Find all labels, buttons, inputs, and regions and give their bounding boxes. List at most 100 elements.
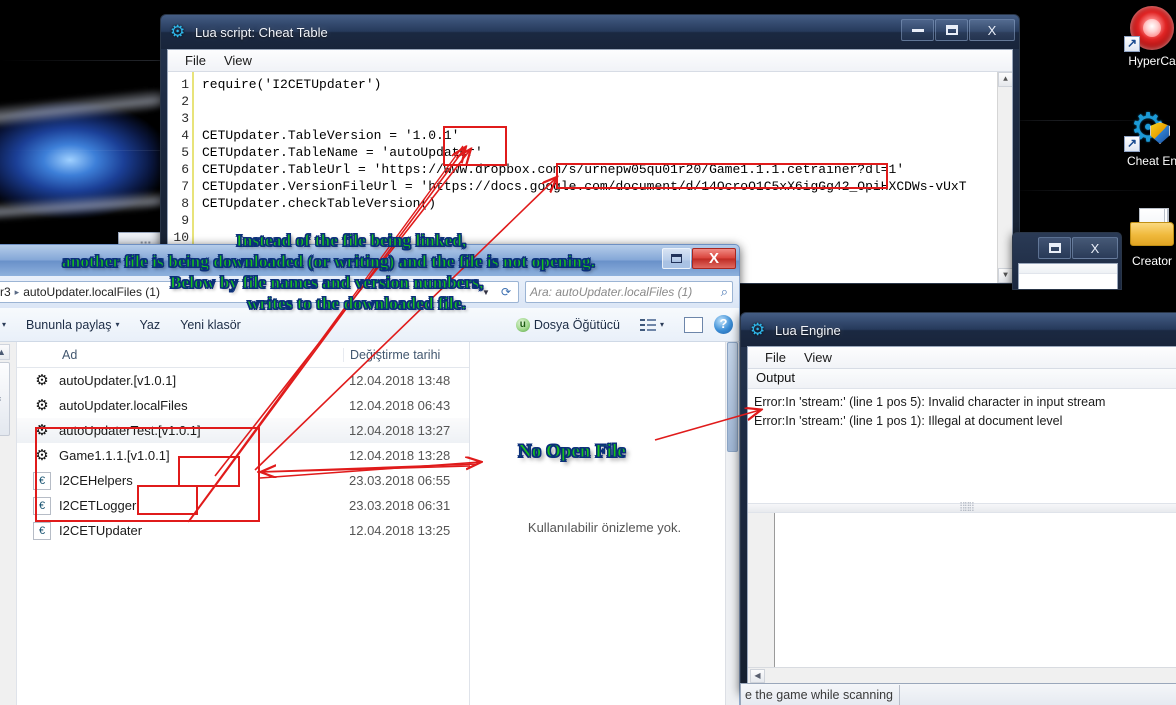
scroll-left-icon[interactable]: ◀ [750,669,765,683]
code-line[interactable]: CETUpdater.checkTableVersion() [202,195,997,212]
preview-scrollbar[interactable] [725,342,739,705]
code-line[interactable] [202,110,997,127]
lua-engine-menubar[interactable]: File View [748,347,1176,369]
table-row[interactable]: ⚙autoUpdaterTest.[v1.0.1]12.04.2018 13:2… [17,418,469,443]
file-name-cell[interactable]: ⚙autoUpdater.localFiles [17,397,343,415]
column-header-date[interactable]: Değiştirme tarihi [343,348,469,362]
table-row[interactable]: €I2CETLogger23.03.2018 06:31 [17,493,469,518]
desktop-icon-cheat-engine[interactable]: ⚙ ↗ Cheat En [1104,106,1176,168]
chevron-down-icon: ▾ [660,320,664,329]
menu-item-file[interactable]: File [756,347,795,369]
chevron-right-icon: ▸ [15,287,20,298]
view-list-icon [640,318,656,332]
code-line[interactable] [202,93,997,110]
line-number: 8 [168,195,189,212]
breadcrumb-current[interactable]: autoUpdater.localFiles (1) [23,285,160,299]
background-window-body [1018,263,1118,289]
file-date-cell: 23.03.2018 06:31 [343,498,469,513]
output-line: Error:In 'stream:' (line 1 pos 1): Illeg… [754,412,1176,431]
file-name-cell[interactable]: ⚙autoUpdaterTest.[v1.0.1] [17,422,343,440]
lua-engine-window[interactable]: ⚙ Lua Engine File View Output Error:In '… [740,312,1176,692]
toolbar-share-button[interactable]: Bununla paylaş ▾ [17,314,129,336]
line-number: 4 [168,127,189,144]
output-console[interactable]: Error:In 'stream:' (line 1 pos 5): Inval… [748,389,1176,503]
pane-splitter[interactable] [748,503,1176,513]
file-list[interactable]: Ad Değiştirme tarihi ⚙autoUpdater.[v1.0.… [17,342,469,705]
file-name-cell[interactable]: €I2CETLogger [17,497,343,515]
menu-item-view[interactable]: View [215,50,261,72]
maximize-button[interactable] [935,19,968,41]
minimize-button[interactable] [901,19,934,41]
file-name-label: I2CETUpdater [59,523,142,538]
code-line[interactable]: CETUpdater.VersionFileUrl = 'https://doc… [202,178,997,195]
toolbar-file-shredder-button[interactable]: u Dosya Öğütücü [507,314,629,336]
table-row[interactable]: ⚙Game1.1.1.[v1.0.1]12.04.2018 13:28 [17,443,469,468]
help-icon[interactable]: ? [714,315,733,334]
horizontal-scrollbar[interactable]: ◀ [748,667,1176,684]
chevron-down-icon: ▾ [116,320,120,329]
code-line[interactable]: CETUpdater.TableVersion = '1.0.1' [202,127,997,144]
file-name-label: Game1.1.1.[v1.0.1] [59,448,170,463]
line-number-gutter [748,513,775,667]
code-line[interactable]: CETUpdater.TableUrl = 'https://www.dropb… [202,161,997,178]
navigation-pane-scrollbar[interactable]: ▲ ≡ [0,342,17,705]
cheat-table-icon: ⚙ [33,372,51,390]
status-text: e the game while scanning [745,688,893,702]
file-date-cell: 23.03.2018 06:55 [343,473,469,488]
lua-script-menubar[interactable]: File View [168,50,1012,72]
preview-pane: Kullanılabilir önizleme yok. [469,342,739,705]
toolbar-new-folder-button[interactable]: Yeni klasör [171,314,250,336]
code-vertical-scrollbar[interactable]: ▲ ▼ [997,72,1012,283]
refresh-icon[interactable]: ⟳ [498,285,514,299]
background-window[interactable]: X [1012,232,1122,290]
toolbar-burn-button[interactable]: Yaz [131,314,170,336]
table-row[interactable]: ⚙autoUpdater.[v1.0.1]12.04.2018 13:48 [17,368,469,393]
table-row[interactable]: €I2CEHelpers23.03.2018 06:55 [17,468,469,493]
menu-item-file[interactable]: File [176,50,215,72]
code-line[interactable] [202,212,997,229]
lua-engine-body: File View Output Error:In 'stream:' (lin… [747,346,1176,685]
lua-script-title: Lua script: Cheat Table [195,25,328,40]
scrollbar-thumb[interactable] [727,342,738,452]
menu-item-view[interactable]: View [795,347,841,369]
lua-input-editor[interactable] [748,513,1176,667]
file-name-label: I2CETLogger [59,498,136,513]
close-button[interactable]: X [1072,237,1118,259]
lua-script-titlebar[interactable]: ⚙ Lua script: Cheat Table X [161,15,1019,49]
file-name-cell[interactable]: € I2CETUpdater [17,522,343,540]
cheat-engine-logo-icon: ⚙ [750,321,768,339]
toolbar-preview-pane-button[interactable] [675,313,712,337]
toolbar-organize-caret[interactable]: ▾ [0,316,15,333]
lua-input-text[interactable] [775,513,1176,667]
lua-file-icon: € [33,522,51,540]
table-row[interactable]: € I2CETUpdater 12.04.2018 13:25 [17,518,469,543]
file-name-cell[interactable]: ⚙Game1.1.1.[v1.0.1] [17,447,343,465]
code-line[interactable]: CETUpdater.TableName = 'autoUpdater' [202,144,997,161]
file-date-cell: 12.04.2018 13:25 [343,523,469,538]
maximize-button[interactable] [1038,237,1071,259]
code-line[interactable]: require('I2CETUpdater') [202,76,997,93]
file-name-cell[interactable]: ⚙autoUpdater.[v1.0.1] [17,372,343,390]
desktop-icon-hypercam[interactable]: ↗ HyperCa [1104,6,1176,68]
search-input[interactable]: Ara: autoUpdater.localFiles (1) ⌕ [525,281,733,303]
file-name-cell[interactable]: €I2CEHelpers [17,472,343,490]
file-date-cell: 12.04.2018 13:28 [343,448,469,463]
shortcut-arrow-icon: ↗ [1124,136,1140,152]
breadcrumb-prefix[interactable]: r3 [0,285,11,299]
lua-file-icon: € [33,472,51,490]
preview-empty-text: Kullanılabilir önizleme yok. [470,520,739,535]
close-button[interactable]: X [969,19,1015,41]
cheat-engine-icon: ⚙ ↗ [1104,106,1176,152]
toolbar-file-shredder-label: Dosya Öğütücü [534,318,620,332]
lua-engine-titlebar[interactable]: ⚙ Lua Engine [741,313,1176,347]
close-button[interactable]: X [692,248,736,269]
scroll-up-icon[interactable]: ▲ [0,344,10,360]
column-header-name[interactable]: Ad [17,348,343,362]
maximize-button[interactable] [662,248,691,269]
annotation-line-1: Instead of the file being linked, [236,231,466,251]
scrollbar-thumb[interactable] [0,362,10,436]
toolbar-view-button[interactable]: ▾ [631,314,673,336]
scroll-down-icon[interactable]: ▼ [998,268,1012,283]
table-row[interactable]: ⚙autoUpdater.localFiles12.04.2018 06:43 [17,393,469,418]
scroll-up-icon[interactable]: ▲ [998,72,1012,87]
